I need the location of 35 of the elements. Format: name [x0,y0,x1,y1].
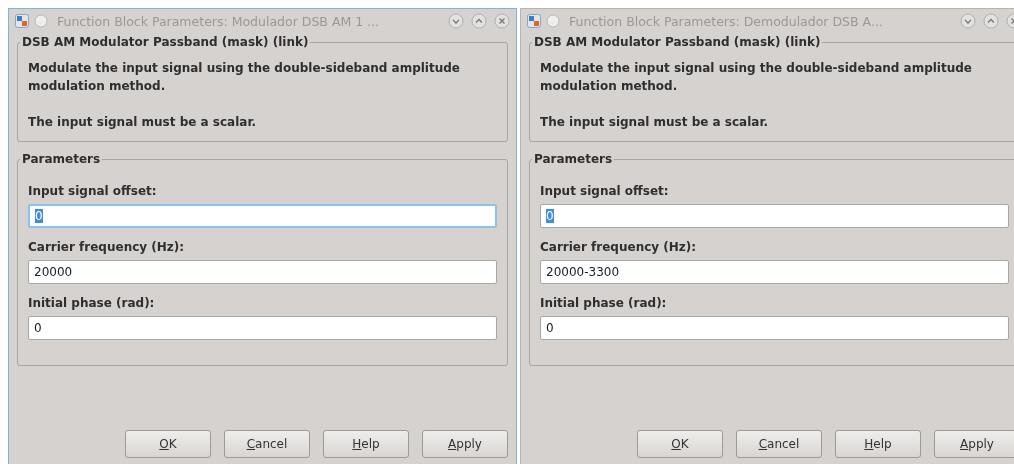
input-field[interactable]: 20000 [28,260,497,284]
group-title: Parameters [21,152,102,166]
description-text: Modulate the input signal using the double-sideband amplitude modulation method. [540,60,973,95]
minimize-icon[interactable] [448,13,464,29]
minimize-icon[interactable] [960,13,976,29]
maximize-icon[interactable] [983,13,999,29]
dialog-button[interactable]: OK [637,430,723,458]
group-title: DSB AM Modulator Passband (mask) (link) [533,35,822,49]
dialog-button[interactable]: Apply [934,430,1014,458]
input-field[interactable]: 0 [28,316,497,340]
dialog-button[interactable]: OK [125,430,211,458]
group-title: DSB AM Modulator Passband (mask) (link) [21,35,310,49]
dialog-button[interactable]: Apply [422,430,508,458]
window-title: Function Block Parameters: Modulador DSB AM 1 ... [57,13,381,29]
app-icon [15,14,29,28]
description-text: The input signal must be a scalar. [28,114,258,131]
input-field[interactable]: 20000-3300 [540,260,1009,284]
field-label: Initial phase (rad): [540,295,668,312]
window-title: Function Block Parameters: Demodulador DSB A... [569,13,884,29]
group-title: Parameters [533,152,614,166]
input-field[interactable]: 0 [540,316,1009,340]
field-label: Carrier frequency (Hz): [28,239,186,256]
field-label: Initial phase (rad): [28,295,156,312]
description-text: Modulate the input signal using the double-sideband amplitude modulation method. [28,60,461,95]
dialog-button[interactable]: Help [323,430,409,458]
dialog-button[interactable]: Help [835,430,921,458]
dialog-button[interactable]: Cancel [736,430,822,458]
description-text: The input signal must be a scalar. [540,114,770,131]
app-icon [527,14,541,28]
field-label: Input signal offset: [540,183,670,200]
dialog-button[interactable]: Cancel [224,430,310,458]
field-label: Carrier frequency (Hz): [540,239,698,256]
maximize-icon[interactable] [471,13,487,29]
field-label: Input signal offset: [28,183,158,200]
close-icon[interactable] [494,13,510,29]
